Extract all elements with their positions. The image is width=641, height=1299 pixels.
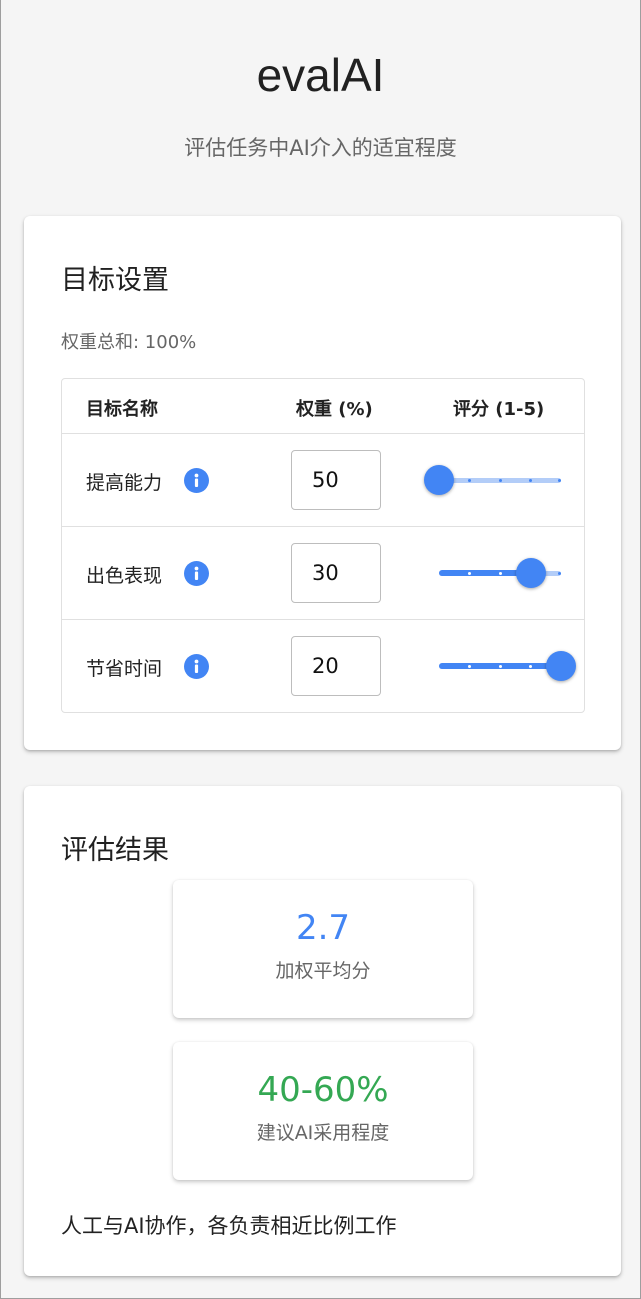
weight-input[interactable] <box>291 450 381 510</box>
weight-input[interactable] <box>291 543 381 603</box>
slider-tick <box>558 479 561 482</box>
goal-table: 目标名称 权重 (%) 评分 (1-5) 提高能力 出色表现 <box>61 378 585 713</box>
slider-thumb[interactable] <box>515 558 546 588</box>
weight-input[interactable] <box>291 636 381 696</box>
score-slider[interactable] <box>439 553 561 593</box>
slider-tick <box>558 572 561 575</box>
slider-tick <box>529 665 532 668</box>
results-title: 评估结果 <box>61 835 169 866</box>
adoption-label: 建议AI采用程度 <box>256 1122 390 1144</box>
weighted-score-box: 2.7 加权平均分 <box>173 880 473 1018</box>
goal-name: 出色表现 <box>86 565 163 587</box>
score-slider[interactable] <box>439 646 576 686</box>
goal-name: 节省时间 <box>86 658 163 680</box>
weighted-score-label: 加权平均分 <box>275 960 371 982</box>
slider-tick <box>468 572 471 575</box>
weight-sum-text: 权重总和: 100% <box>61 332 197 353</box>
column-header-weight: 权重 (%) <box>296 399 373 420</box>
recommendation-text: 人工与AI协作，各负责相近比例工作 <box>61 1214 397 1238</box>
goal-settings-title: 目标设置 <box>61 265 169 296</box>
app-subtitle: 评估任务中AI介入的适宜程度 <box>184 136 457 160</box>
slider-tick <box>468 479 471 482</box>
slider-tick <box>498 665 502 668</box>
results-card: 评估结果 2.7 加权平均分 40-60% 建议AI采用程度 人工与AI协作，各… <box>24 786 621 1276</box>
score-slider[interactable] <box>424 460 561 500</box>
info-icon[interactable] <box>184 654 209 679</box>
table-row: 节省时间 <box>62 619 584 712</box>
table-row: 提高能力 <box>62 433 584 526</box>
slider-thumb[interactable] <box>424 465 454 495</box>
adoption-value: 40-60% <box>257 1070 389 1110</box>
info-icon[interactable] <box>184 561 209 586</box>
column-header-score: 评分 (1-5) <box>453 399 545 420</box>
app-title: evalAI <box>256 49 385 101</box>
slider-tick <box>498 479 502 482</box>
goal-settings-card: 目标设置 权重总和: 100% 目标名称 权重 (%) 评分 (1-5) 提高能… <box>24 216 621 750</box>
column-header-name: 目标名称 <box>86 399 158 420</box>
adoption-box: 40-60% 建议AI采用程度 <box>173 1042 473 1180</box>
slider-tick <box>468 665 471 668</box>
info-icon[interactable] <box>184 468 209 493</box>
table-row: 出色表现 <box>62 526 584 619</box>
weighted-score-value: 2.7 <box>295 908 351 948</box>
slider-thumb[interactable] <box>546 651 576 681</box>
slider-tick <box>498 572 502 575</box>
goal-name: 提高能力 <box>86 472 163 494</box>
slider-tick <box>529 479 532 482</box>
